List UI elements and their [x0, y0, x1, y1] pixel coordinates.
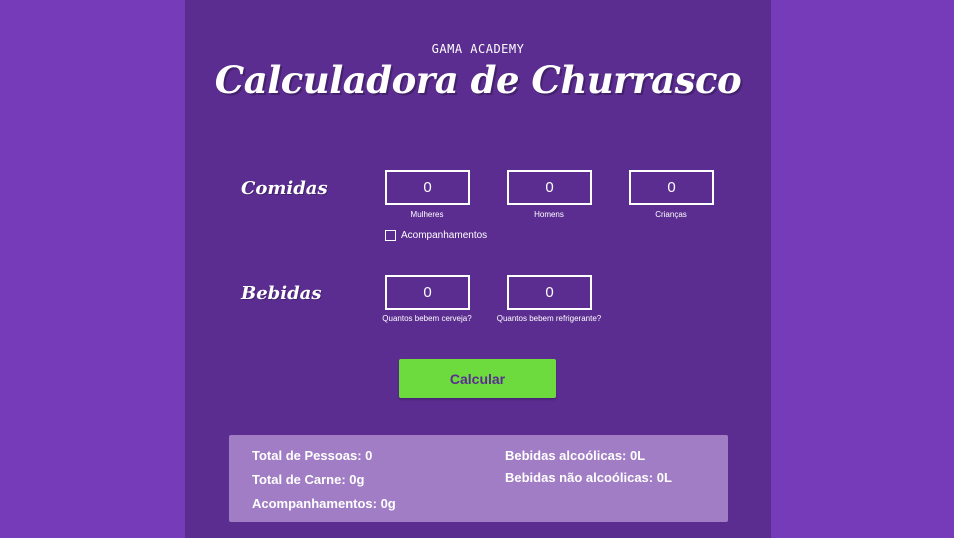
total-carne-text: Total de Carne: 0g — [252, 472, 365, 487]
brand-label: GAMA ACADEMY — [431, 42, 525, 56]
results-box: Total de Pessoas: 0 Total de Carne: 0g A… — [229, 435, 728, 522]
refrigerante-input[interactable] — [507, 275, 592, 310]
bebidas-section-label: Bebidas — [241, 283, 322, 304]
criancas-input[interactable] — [629, 170, 714, 205]
calcular-button[interactable]: Calcular — [399, 359, 556, 398]
acompanhamentos-checkbox[interactable] — [385, 230, 396, 241]
mulheres-input[interactable] — [385, 170, 470, 205]
homens-input[interactable] — [507, 170, 592, 205]
bebidas-nao-alcoolicas-text: Bebidas não alcoólicas: 0L — [505, 470, 672, 485]
criancas-caption: Crianças — [655, 210, 687, 219]
homens-caption: Homens — [534, 210, 564, 219]
acompanhamentos-result-text: Acompanhamentos: 0g — [252, 496, 396, 511]
bebidas-alcoolicas-text: Bebidas alcoólicas: 0L — [505, 448, 646, 463]
page-title: Calculadora de Churrasco — [214, 58, 742, 102]
cerveja-input[interactable] — [385, 275, 470, 310]
acompanhamentos-checkbox-row[interactable]: Acompanhamentos — [385, 230, 487, 241]
refrigerante-caption: Quantos bebem refrigerante? — [496, 314, 602, 323]
mulheres-caption: Mulheres — [410, 210, 444, 219]
acompanhamentos-label: Acompanhamentos — [401, 230, 488, 241]
total-pessoas-text: Total de Pessoas: 0 — [252, 448, 373, 463]
comidas-section-label: Comidas — [241, 178, 328, 199]
calculator-panel: GAMA ACADEMY Calculadora de Churrasco Co… — [185, 0, 771, 538]
cerveja-caption: Quantos bebem cerveja? — [382, 314, 472, 323]
